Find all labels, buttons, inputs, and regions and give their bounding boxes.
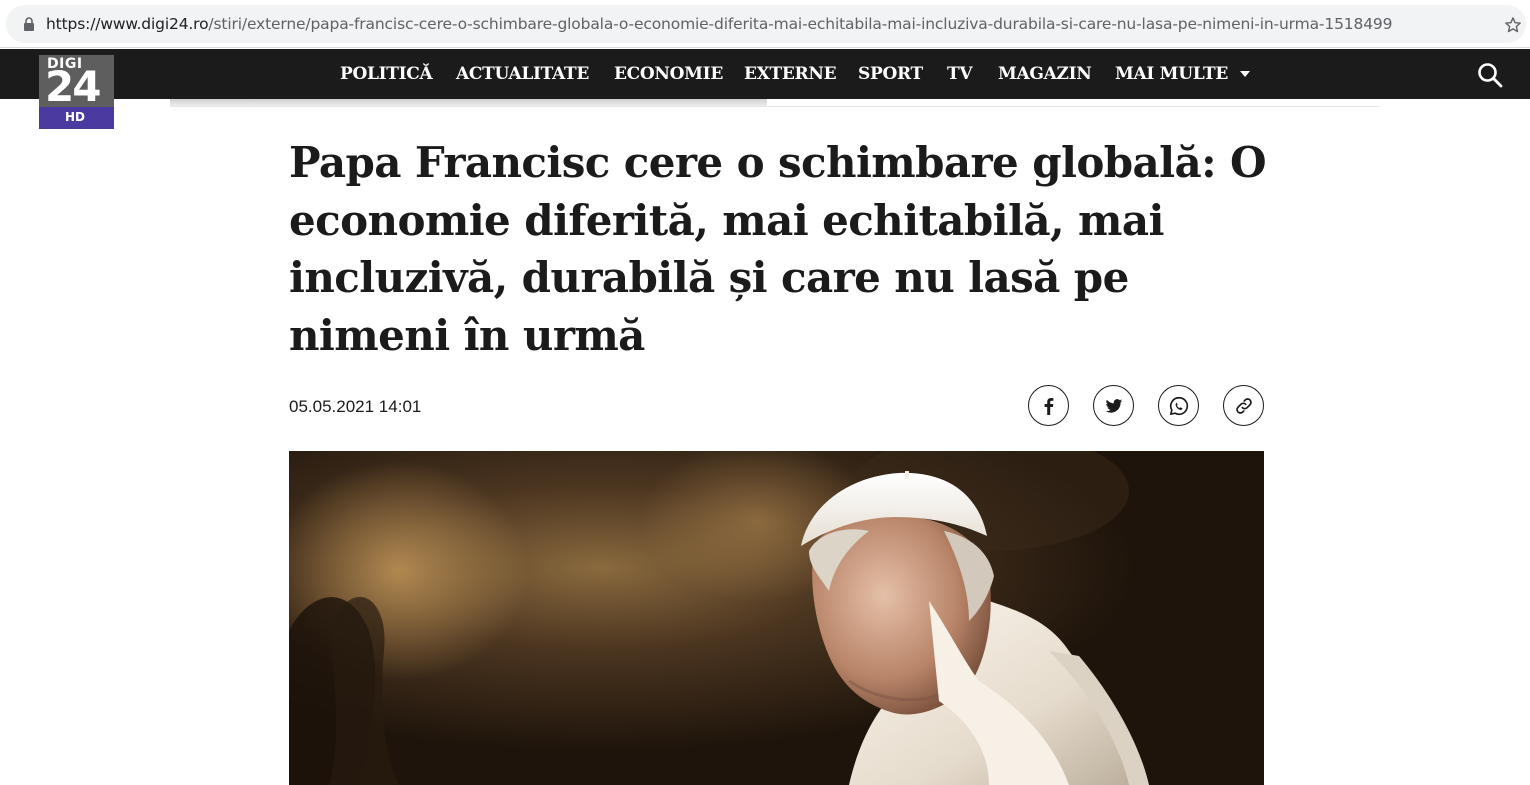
article-headline: Papa Francisc cere o schimbare globală: … xyxy=(289,138,1267,360)
ad-strip xyxy=(170,99,1380,107)
nav-item-sport[interactable]: SPORT xyxy=(858,64,923,84)
whatsapp-icon xyxy=(1169,396,1188,415)
logo-top: DIGI 24 xyxy=(39,55,114,111)
link-icon xyxy=(1235,397,1252,414)
url-host: https://www.digi24.ro xyxy=(46,15,209,33)
logo-hd-text: HD xyxy=(65,110,86,124)
search-icon[interactable] xyxy=(1477,62,1503,88)
browser-toolbar: https://www.digi24.ro/stiri/externe/papa… xyxy=(0,0,1530,48)
nav-item-magazin[interactable]: MAGAZIN xyxy=(998,64,1092,84)
copy-link-button[interactable] xyxy=(1223,385,1264,426)
url-path: /stiri/externe/papa-francisc-cere-o-schi… xyxy=(208,15,1393,33)
share-whatsapp-button[interactable] xyxy=(1158,385,1199,426)
digi24-logo[interactable]: DIGI 24 HD xyxy=(39,55,114,129)
address-bar[interactable]: https://www.digi24.ro/stiri/externe/papa… xyxy=(6,5,1526,43)
nav-menu: POLITICĂ ACTUALITATE ECONOMIE EXTERNE SP… xyxy=(0,64,1530,86)
article-date: 05.05.2021 14:01 xyxy=(289,397,422,416)
ad-strip-image xyxy=(170,99,767,106)
lock-icon[interactable] xyxy=(22,16,36,32)
nav-item-politica[interactable]: POLITICĂ xyxy=(340,64,433,84)
logo-number: 24 xyxy=(45,62,101,111)
facebook-icon xyxy=(1044,397,1053,415)
nav-item-economie[interactable]: ECONOMIE xyxy=(614,64,723,84)
hero-photo xyxy=(289,451,1264,785)
share-twitter-button[interactable] xyxy=(1093,385,1134,426)
share-facebook-button[interactable] xyxy=(1028,385,1069,426)
nav-item-tv[interactable]: TV xyxy=(947,64,973,84)
twitter-icon xyxy=(1105,398,1122,413)
star-icon[interactable] xyxy=(1503,15,1523,35)
article-hero-image xyxy=(289,451,1264,785)
logo-badge: HD xyxy=(39,107,114,129)
nav-item-externe[interactable]: EXTERNE xyxy=(744,64,837,84)
nav-item-mai-multe[interactable]: MAI MULTE xyxy=(1115,64,1228,84)
caret-down-icon[interactable] xyxy=(1239,70,1251,78)
nav-item-actualitate[interactable]: ACTUALITATE xyxy=(456,64,589,84)
url-text[interactable]: https://www.digi24.ro/stiri/externe/papa… xyxy=(46,15,1393,33)
